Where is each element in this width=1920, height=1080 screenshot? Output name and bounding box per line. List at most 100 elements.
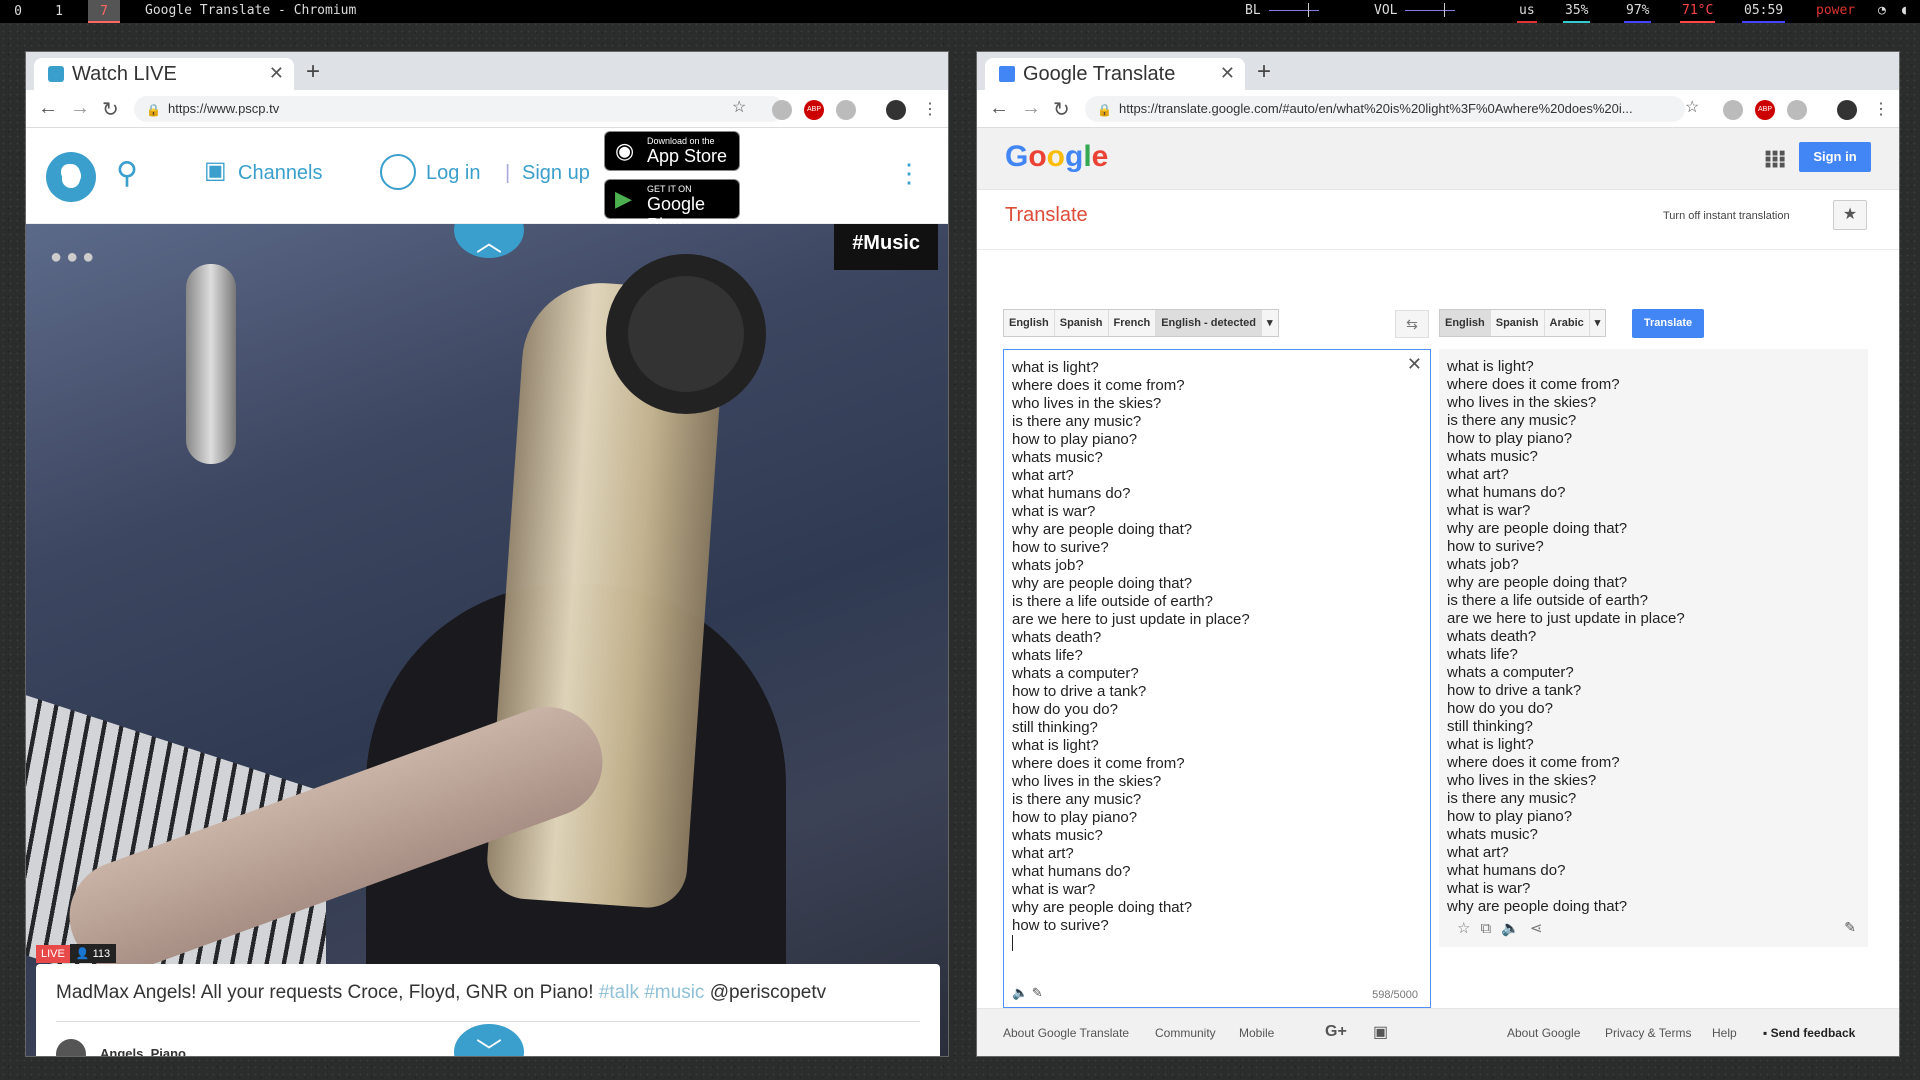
more-menu-icon[interactable]: ⋮ — [896, 158, 922, 189]
extension-off-icon[interactable] — [1723, 100, 1743, 120]
source-text[interactable]: what is light? where does it come from? wh… — [1012, 359, 1250, 956]
profile-icon[interactable] — [886, 100, 906, 120]
text-line: are we here to just update in place? — [1012, 611, 1250, 628]
swap-languages-icon[interactable]: ⇆ — [1395, 310, 1429, 338]
output-actions-icons[interactable]: ☆⧉🔈⋖ — [1457, 919, 1552, 937]
tv-icon: ▣ — [204, 157, 227, 184]
tag-talk[interactable]: #talk — [599, 982, 639, 1003]
send-feedback-text: Send feedback — [1770, 1026, 1856, 1040]
google-plus-icon[interactable]: G+ — [1325, 1023, 1347, 1041]
extension-off-2-icon[interactable] — [1787, 100, 1807, 120]
footer-help[interactable]: Help — [1712, 1026, 1737, 1040]
bookmark-star-icon[interactable]: ☆ — [732, 97, 746, 117]
periscope-logo-icon[interactable] — [46, 152, 96, 202]
footer-privacy[interactable]: Privacy & Terms — [1605, 1026, 1691, 1040]
viewer-icon: 👤 — [75, 948, 93, 960]
google-logo[interactable]: Google — [1005, 140, 1108, 174]
broadcast-title-text: MadMax Angels! All your requests Croce, … — [56, 982, 594, 1003]
login-link[interactable]: Log in — [426, 162, 481, 185]
target-lang-arabic[interactable]: Arabic — [1545, 310, 1590, 336]
translate-button[interactable]: Translate — [1632, 309, 1704, 338]
chevron-down-icon: ﹀ — [475, 1037, 502, 1057]
menu-icon[interactable]: ⋮ — [1873, 99, 1889, 119]
google-play-badge[interactable]: ▶ GET IT ON Google Play — [604, 179, 740, 235]
source-lang-french[interactable]: French — [1109, 310, 1157, 336]
text-line: how to drive a tank? — [1012, 683, 1147, 700]
workspace-1[interactable]: 1 — [49, 0, 69, 23]
text-line: whats a computer? — [1012, 665, 1139, 682]
text-line: what is light? — [1012, 359, 1099, 376]
address-bar-row: ← → ↻ 🔒 https://translate.google.com/#au… — [977, 90, 1899, 128]
instant-translation-toggle[interactable]: Turn off instant translation — [1663, 210, 1790, 222]
reload-icon[interactable]: ↻ — [1053, 97, 1070, 122]
text-line: is there a life outside of earth? — [1012, 593, 1213, 610]
back-icon[interactable]: ← — [989, 97, 1009, 120]
signup-link[interactable]: Sign up — [522, 162, 590, 185]
forward-icon[interactable]: → — [70, 97, 90, 120]
clear-text-icon[interactable]: ✕ — [1407, 354, 1422, 375]
forward-icon[interactable]: → — [1021, 97, 1041, 120]
text-line: how to play piano? — [1447, 430, 1573, 447]
sign-in-button[interactable]: Sign in — [1799, 142, 1871, 172]
close-tab-icon[interactable]: ✕ — [269, 63, 284, 84]
footer-about-translate[interactable]: About Google Translate — [1003, 1026, 1129, 1040]
blogger-icon[interactable]: ▣ — [1373, 1022, 1388, 1042]
send-feedback-link[interactable]: ▪ Send feedback — [1763, 1026, 1855, 1040]
profile-icon[interactable] — [1837, 100, 1857, 120]
scroll-up-button[interactable]: ︿ — [454, 224, 524, 258]
text-line: still thinking? — [1012, 719, 1098, 736]
extension-off-2-icon[interactable] — [836, 100, 856, 120]
text-line: how do you do? — [1012, 701, 1118, 718]
translate-favicon — [999, 66, 1015, 82]
url-field[interactable]: 🔒 https://translate.google.com/#auto/en/… — [1085, 96, 1685, 122]
target-lang-english[interactable]: English — [1440, 310, 1491, 336]
tab-google-translate[interactable]: Google Translate ✕ — [985, 58, 1245, 90]
tab-watch-live[interactable]: Watch LIVE ✕ — [34, 58, 294, 90]
dots-menu-icon[interactable]: ●●● — [50, 246, 98, 269]
extension-off-icon[interactable] — [772, 100, 792, 120]
listen-source-icon[interactable]: 🔈 ✎ — [1012, 985, 1043, 1001]
avatar[interactable] — [56, 1039, 86, 1056]
text-line: what is light? — [1447, 358, 1534, 375]
text-line: how to play piano? — [1447, 808, 1573, 825]
source-lang-detected[interactable]: English - detected — [1156, 310, 1262, 336]
text-line: how to drive a tank? — [1447, 682, 1582, 699]
window-title: Google Translate - Chromium — [145, 3, 357, 18]
reload-icon[interactable]: ↻ — [102, 97, 119, 122]
hashtag-badge[interactable]: #Music — [834, 224, 938, 270]
power-label[interactable]: power — [1814, 0, 1857, 23]
app-store-badge[interactable]: ◉ Download on the App Store — [604, 131, 740, 171]
phrasebook-star-icon[interactable]: ★ — [1833, 200, 1867, 230]
channels-link[interactable]: Channels — [238, 162, 323, 185]
new-tab-icon[interactable]: + — [306, 58, 320, 86]
suggest-edit-icon[interactable]: ✎ — [1844, 919, 1856, 936]
tag-music[interactable]: #music — [644, 982, 704, 1003]
source-lang-spanish[interactable]: Spanish — [1055, 310, 1109, 336]
source-textarea[interactable]: what is light? where does it come from? wh… — [1003, 349, 1431, 1008]
source-lang-dropdown-icon[interactable]: ▾ — [1262, 310, 1278, 336]
workspace-7[interactable]: 7 — [88, 0, 120, 23]
url-field[interactable]: 🔒 https://www.pscp.tv — [134, 96, 784, 122]
text-line: who lives in the skies? — [1447, 772, 1597, 789]
username[interactable]: Angels_Piano — [100, 1046, 186, 1056]
search-icon[interactable]: ⚲ — [116, 156, 138, 191]
apps-grid-icon[interactable]: ■■■ ■■■ ■■■ — [1765, 149, 1785, 171]
bookmark-star-icon[interactable]: ☆ — [1685, 97, 1699, 117]
text-line: whats music? — [1447, 448, 1538, 465]
target-lang-spanish[interactable]: Spanish — [1491, 310, 1545, 336]
mention-link[interactable]: @periscopetv — [710, 982, 826, 1003]
browser-window-translate: Google Translate ✕ + ← → ↻ 🔒 https://tra… — [976, 51, 1900, 1057]
adblock-icon[interactable]: ABP — [1755, 100, 1775, 120]
back-icon[interactable]: ← — [38, 97, 58, 120]
new-tab-icon[interactable]: + — [1257, 58, 1271, 86]
menu-icon[interactable]: ⋮ — [922, 99, 938, 119]
footer-community[interactable]: Community — [1155, 1026, 1216, 1040]
close-tab-icon[interactable]: ✕ — [1220, 63, 1235, 84]
workspace-0[interactable]: 0 — [8, 0, 28, 23]
target-lang-dropdown-icon[interactable]: ▾ — [1590, 310, 1606, 336]
footer-mobile[interactable]: Mobile — [1239, 1026, 1274, 1040]
footer-about-google[interactable]: About Google — [1507, 1026, 1580, 1040]
source-lang-english[interactable]: English — [1004, 310, 1055, 336]
live-video[interactable]: ●●● #Music ︿ LIVE 👤 113 MadMax Angels! Al… — [26, 224, 948, 1057]
adblock-icon[interactable]: ABP — [804, 100, 824, 120]
